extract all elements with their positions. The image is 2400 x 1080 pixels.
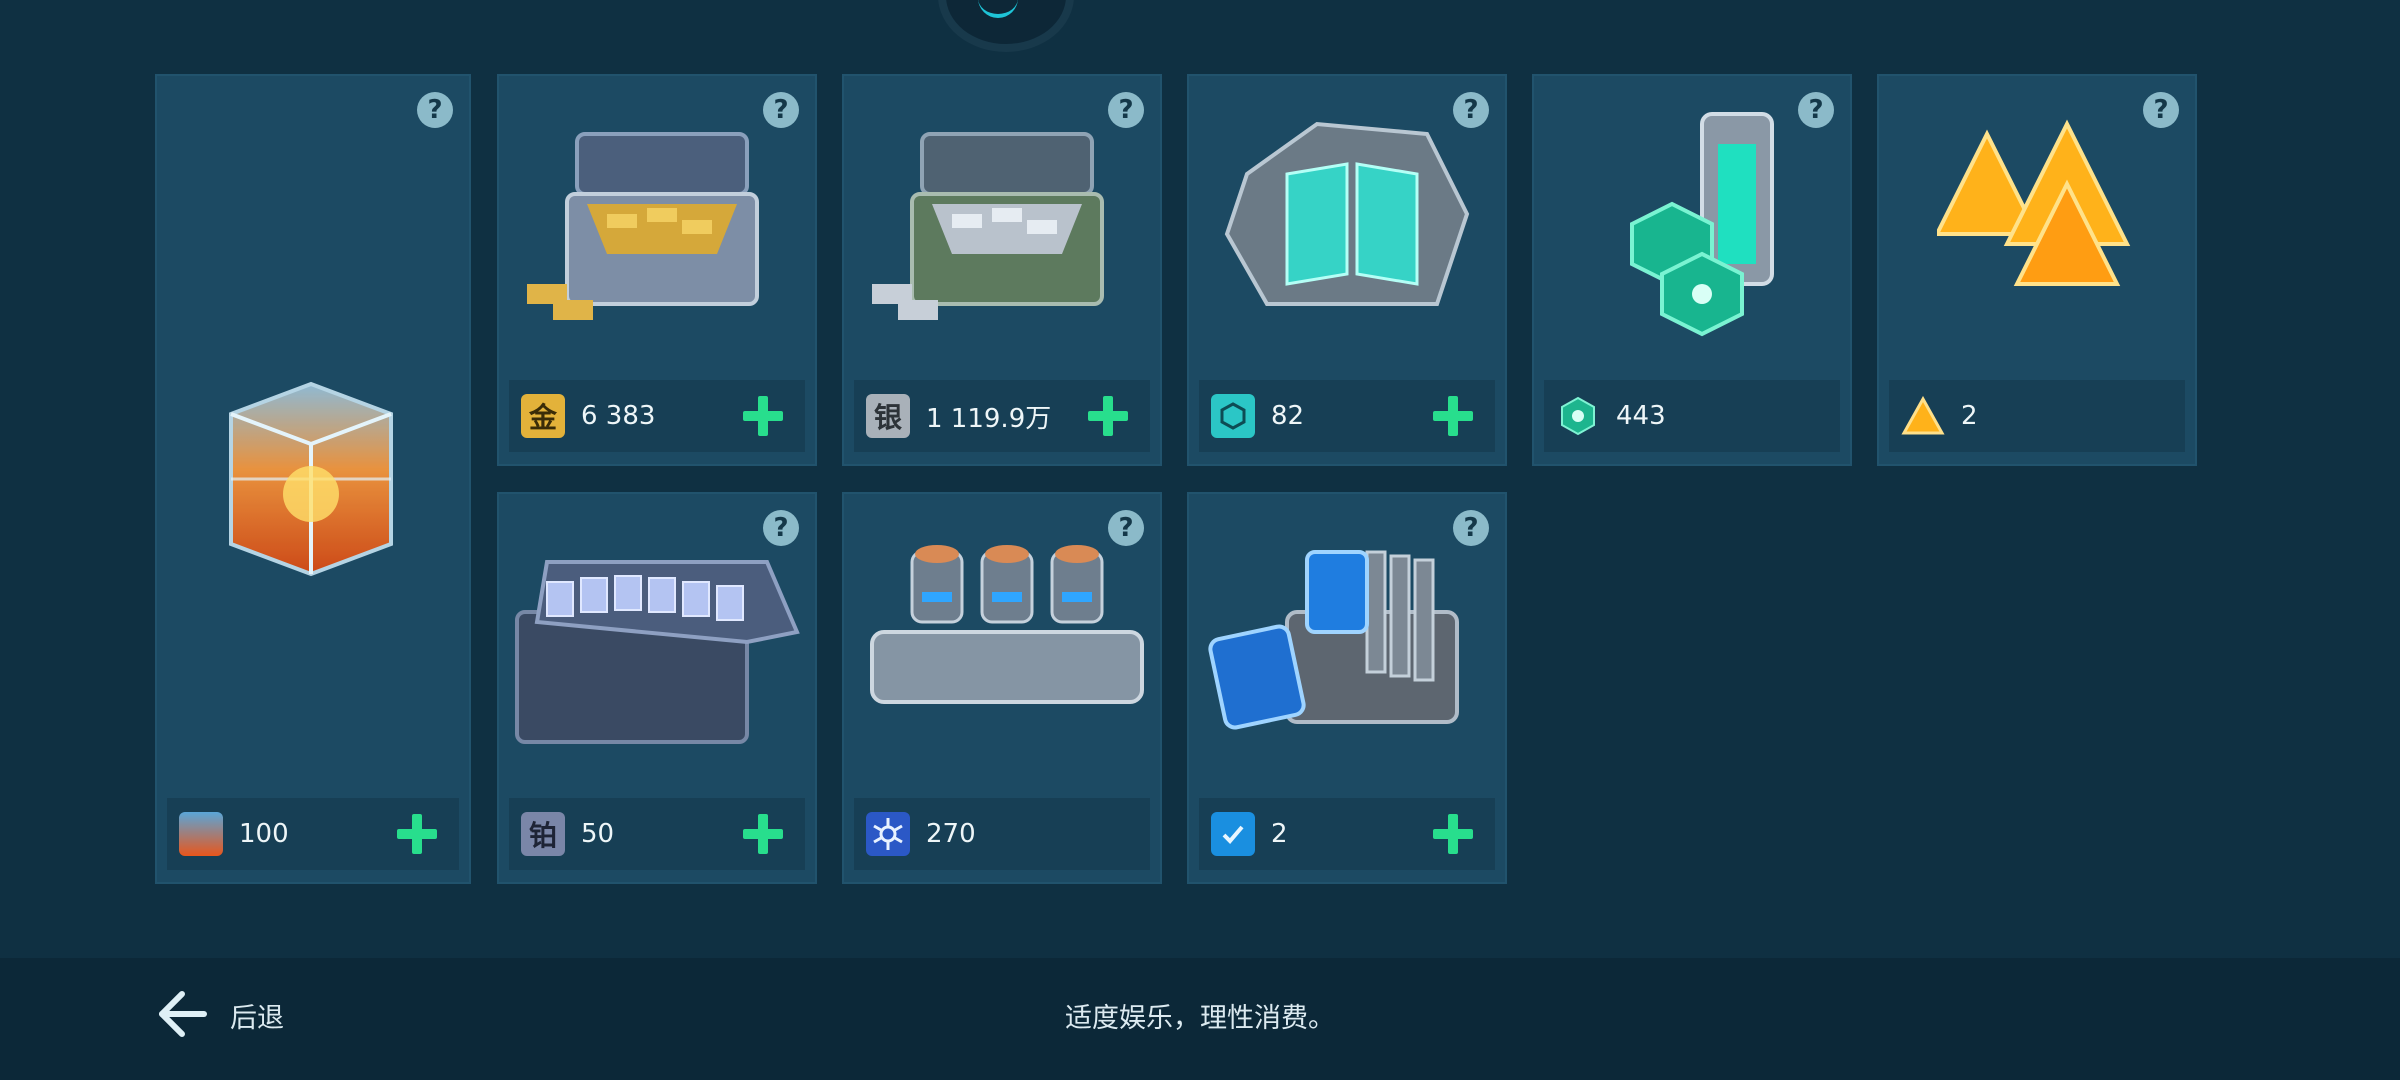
resource-card-crystal[interactable]: ? 82 [1187, 74, 1507, 466]
module-icon [1211, 812, 1255, 856]
resource-value: 443 [1616, 401, 1666, 431]
resource-bar: 银 1 119.9万 [854, 380, 1150, 452]
add-silver-button[interactable] [1088, 396, 1128, 436]
silver-icon: 银 [866, 394, 910, 438]
top-dial-ornament [938, 0, 1074, 52]
platinum-icon: 铂 [521, 812, 565, 856]
resource-value: 82 [1271, 401, 1305, 431]
resource-card-platinum[interactable]: ? 铂 50 [497, 492, 817, 884]
crystal-icon [1211, 394, 1255, 438]
pyramid-art [1937, 119, 2131, 286]
help-icon[interactable]: ? [417, 92, 453, 128]
resource-bar: 82 [1199, 380, 1495, 452]
platinum-chest-art [515, 560, 800, 744]
help-icon[interactable]: ? [2143, 92, 2179, 128]
resource-value: 2 [1961, 401, 1978, 431]
module-art [1208, 550, 1459, 730]
resource-card-module[interactable]: ? 2 [1187, 492, 1507, 884]
add-gold-button[interactable] [743, 396, 783, 436]
resource-card-pyramid[interactable]: ? 2 [1877, 74, 2197, 466]
moderation-notice: 适度娱乐，理性消费。 [1065, 1003, 1335, 1034]
hex-token-icon [1556, 394, 1600, 438]
resource-card-gold[interactable]: ? 金 6 383 [497, 74, 817, 466]
resource-value: 50 [581, 819, 615, 849]
silver-chest-art [872, 132, 1104, 320]
crystal-case-art [1224, 121, 1470, 306]
gold-chest-art [527, 132, 759, 320]
add-module-button[interactable] [1433, 814, 1473, 854]
resource-value: 1 119.9万 [926, 403, 1052, 434]
resource-card-fire-cube[interactable]: ? 100 [155, 74, 471, 884]
resource-bar: 铂 50 [509, 798, 805, 870]
resource-value: 6 383 [581, 401, 656, 431]
resource-bar: 2 [1199, 798, 1495, 870]
core-icon [866, 812, 910, 856]
resource-bar: 443 [1544, 380, 1840, 452]
fire-cube-art [229, 381, 393, 577]
resource-value: 2 [1271, 819, 1288, 849]
resource-card-core[interactable]: ? 270 [842, 492, 1162, 884]
resource-value: 270 [926, 819, 976, 849]
add-platinum-button[interactable] [743, 814, 783, 854]
core-rack-art [870, 545, 1144, 704]
add-fire-cube-button[interactable] [397, 814, 437, 854]
resource-bar: 270 [854, 798, 1150, 870]
add-crystal-button[interactable] [1433, 396, 1473, 436]
pyramid-icon [1901, 394, 1945, 438]
resource-card-silver[interactable]: ? 银 1 119.9万 [842, 74, 1162, 466]
resource-card-hex-token[interactable]: ? 443 [1532, 74, 1852, 466]
hex-token-art [1630, 112, 1774, 337]
resource-bar: 金 6 383 [509, 380, 805, 452]
resource-value: 100 [239, 819, 289, 849]
resource-bar: 2 [1889, 380, 2185, 452]
gold-icon: 金 [521, 394, 565, 438]
resource-bar: 100 [167, 798, 459, 870]
fire-cube-icon [179, 812, 223, 856]
